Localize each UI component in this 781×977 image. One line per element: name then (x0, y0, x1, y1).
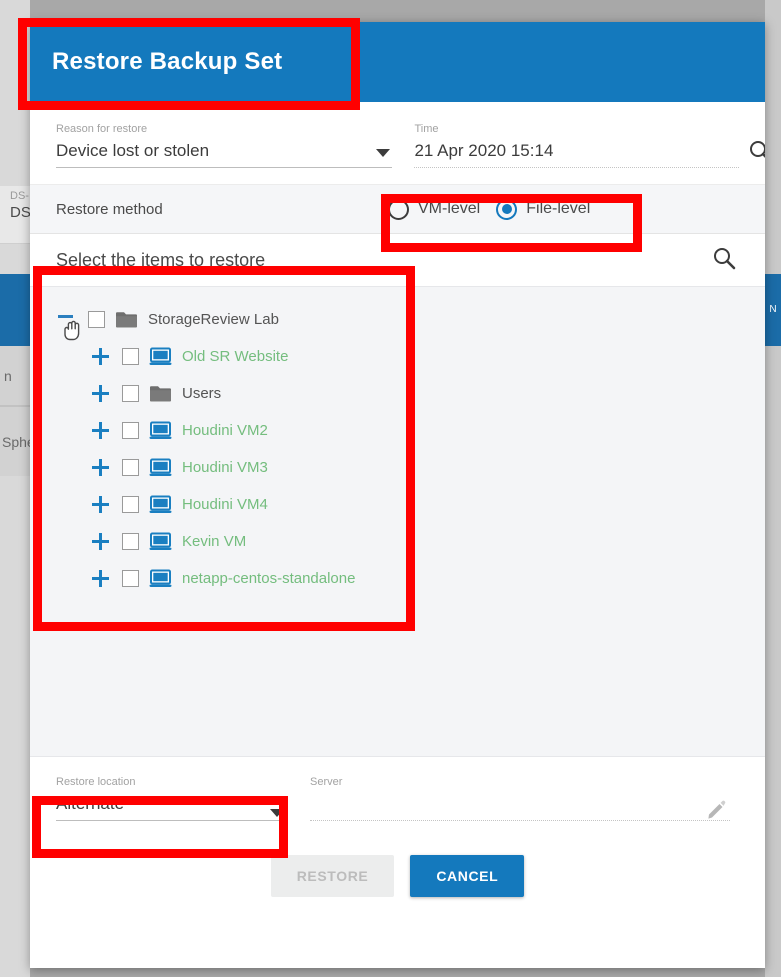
restore-method-row: Restore method VM-level File-level (30, 184, 765, 234)
tree-row[interactable]: Houdini VM3 (30, 449, 765, 486)
restore-location-select[interactable]: Restore location Alternate (56, 773, 286, 828)
server-value (310, 789, 730, 817)
radio-file-level[interactable]: File-level (496, 198, 591, 220)
background-row-highlight (0, 274, 30, 346)
tree-node-label: Kevin VM (182, 533, 247, 550)
tree-checkbox[interactable] (122, 422, 139, 439)
expand-plus-icon[interactable] (92, 348, 109, 365)
restore-location-label: Restore location (56, 776, 136, 788)
select-items-header: Select the items to restore (30, 234, 765, 286)
tree-checkbox[interactable] (122, 459, 139, 476)
tree-expander[interactable] (58, 311, 88, 341)
tree-checkbox[interactable] (122, 348, 139, 365)
monitor-icon (149, 532, 172, 551)
tree-node-label: Users (182, 385, 222, 402)
monitor-icon (149, 347, 172, 366)
folder-icon (115, 310, 138, 329)
background-row-b: n (0, 346, 30, 406)
page-title: Restore Backup Set (52, 48, 283, 75)
tree-checkbox[interactable] (122, 496, 139, 513)
tree-node-label: netapp-centos-standalone (182, 570, 356, 587)
restore-location-value: Alternate (56, 794, 125, 813)
server-label: Server (310, 776, 343, 788)
expand-plus-icon[interactable] (92, 422, 109, 439)
tree-checkbox[interactable] (122, 533, 139, 550)
dialog-footer: RESTORE CANCEL (30, 828, 765, 924)
tree-row[interactable]: Kevin VM (30, 523, 765, 560)
tree-expander[interactable] (92, 496, 122, 513)
tree-row[interactable]: Houdini VM4 (30, 486, 765, 523)
background-row-dataset-value: DS (10, 204, 31, 221)
bottom-fields-row: Restore location Alternate Server (30, 756, 765, 828)
monitor-icon (149, 458, 172, 477)
tree-row[interactable]: Houdini VM2 (30, 412, 765, 449)
pencil-icon[interactable] (706, 798, 728, 820)
expand-plus-icon[interactable] (92, 496, 109, 513)
restore-method-radio-group: VM-level File-level (388, 198, 591, 220)
tree-expander[interactable] (92, 422, 122, 439)
tree-node-label: StorageReview Lab (148, 311, 279, 328)
expand-plus-icon[interactable] (92, 459, 109, 476)
cancel-button[interactable]: CANCEL (410, 855, 525, 897)
radio-vm-level[interactable]: VM-level (388, 198, 481, 220)
search-icon[interactable] (747, 138, 765, 164)
tree-checkbox[interactable] (88, 311, 105, 328)
reason-for-restore-value: Device lost or stolen (56, 141, 210, 160)
items-tree[interactable]: StorageReview Lab Old SR Website Users Houd… (30, 286, 765, 756)
restore-backup-set-dialog: Restore Backup Set Reason for restore De… (30, 22, 765, 968)
restore-location-underline (56, 820, 286, 821)
time-label: Time (414, 123, 439, 135)
server-underline (310, 820, 730, 821)
time-value: 21 Apr 2020 15:14 (414, 141, 554, 160)
monitor-icon (149, 569, 172, 588)
background-right-highlight: N (765, 274, 781, 346)
monitor-icon (149, 421, 172, 440)
expand-plus-icon[interactable] (92, 533, 109, 550)
restore-button[interactable]: RESTORE (270, 855, 395, 897)
top-fields-row: Reason for restore Device lost or stolen… (30, 102, 765, 168)
radio-vm-level-label: VM-level (418, 200, 481, 217)
reason-for-restore-label: Reason for restore (56, 123, 148, 135)
tree-expander[interactable] (92, 570, 122, 587)
tree-row[interactable]: Users (30, 375, 765, 412)
time-field[interactable]: Time 21 Apr 2020 15:14 (414, 120, 765, 168)
time-underline (414, 167, 739, 168)
background-row-dataset: DS- DS (0, 186, 31, 244)
tree-row[interactable]: StorageReview Lab (30, 301, 765, 341)
background-row-c: Sphe (0, 406, 35, 476)
radio-file-level-circle[interactable] (496, 198, 518, 220)
tree-row[interactable]: netapp-centos-standalone (30, 560, 765, 597)
tree-expander[interactable] (92, 385, 122, 402)
tree-expander[interactable] (92, 533, 122, 550)
tree-expander[interactable] (92, 348, 122, 365)
reason-underline (56, 167, 393, 168)
restore-method-label: Restore method (56, 200, 163, 218)
select-items-title: Select the items to restore (56, 249, 266, 270)
radio-vm-level-circle[interactable] (388, 198, 409, 220)
background-left-column: DS- DS n Sphe (0, 0, 35, 977)
search-icon[interactable] (711, 245, 737, 276)
chevron-down-icon[interactable] (376, 149, 391, 157)
background-row-dataset-label: DS- (10, 190, 29, 202)
hand-cursor-icon (64, 320, 80, 341)
folder-icon (149, 384, 172, 403)
tree-checkbox[interactable] (122, 570, 139, 587)
expand-plus-icon[interactable] (92, 385, 109, 402)
dialog-header: Restore Backup Set (30, 22, 765, 102)
reason-for-restore-select[interactable]: Reason for restore Device lost or stolen (56, 120, 393, 168)
server-field[interactable]: Server (310, 773, 730, 828)
chevron-down-icon[interactable] (270, 809, 284, 817)
expand-plus-icon[interactable] (92, 570, 109, 587)
background-right-column: N (765, 0, 781, 977)
tree-row[interactable]: Old SR Website (30, 338, 765, 375)
monitor-icon (149, 495, 172, 514)
tree-checkbox[interactable] (122, 385, 139, 402)
tree-node-label: Houdini VM3 (182, 459, 268, 476)
tree-node-label: Old SR Website (182, 348, 289, 365)
radio-file-level-label: File-level (526, 200, 591, 217)
tree-node-label: Houdini VM4 (182, 496, 268, 513)
tree-node-label: Houdini VM2 (182, 422, 268, 439)
tree-expander[interactable] (92, 459, 122, 476)
